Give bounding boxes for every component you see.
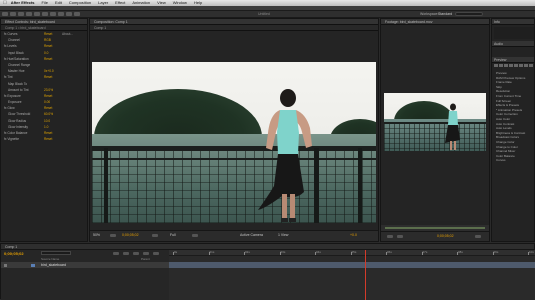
ruler-label: 03s bbox=[280, 250, 286, 254]
layer-label-color[interactable] bbox=[31, 263, 35, 267]
ram-preview-icon[interactable] bbox=[529, 64, 533, 67]
tab-info[interactable]: Info bbox=[492, 19, 534, 25]
pen-tool-icon[interactable] bbox=[58, 12, 64, 16]
tab-audio[interactable]: Audio bbox=[492, 41, 534, 47]
comp-viewer[interactable] bbox=[90, 31, 378, 230]
workspace-label: Workspace: bbox=[420, 12, 439, 16]
footage-person bbox=[445, 103, 460, 150]
views-select[interactable]: 1 View bbox=[278, 233, 288, 237]
footage-frame bbox=[384, 93, 486, 151]
ruler-label: 10s bbox=[529, 250, 534, 254]
shy-icon[interactable] bbox=[133, 252, 139, 255]
rail-post bbox=[104, 148, 108, 223]
timeline-panel: Comp 1 0;00;05;02 Source Name Parent bir… bbox=[0, 243, 535, 300]
comp-timecode[interactable]: 0;00;05;02 bbox=[122, 233, 139, 237]
rail-post bbox=[314, 148, 319, 223]
footage-grid-icon[interactable] bbox=[397, 235, 403, 238]
footage-overlay-icon[interactable] bbox=[475, 235, 481, 238]
frame-blending-icon[interactable] bbox=[143, 252, 149, 255]
draft-3d-icon[interactable] bbox=[123, 252, 129, 255]
source-name-column: Source Name bbox=[41, 257, 60, 261]
rail-mid bbox=[92, 158, 376, 160]
right-panel-list: Preview RAM Preview Options Frame Rate Skip… bbox=[492, 71, 534, 163]
footage-zoom-icon[interactable] bbox=[387, 235, 393, 238]
effect-about-link[interactable]: About... bbox=[62, 31, 73, 37]
resolution-select[interactable]: Full bbox=[170, 233, 176, 237]
footage-rail bbox=[384, 122, 486, 124]
ruler-label: 05s bbox=[351, 250, 357, 254]
time-ruler[interactable]: 0s 01s 02s 03s 04s 05s 06s 07s 08s 09s 10s bbox=[169, 250, 535, 256]
rail-top bbox=[92, 146, 376, 151]
hand-tool-icon[interactable] bbox=[10, 12, 16, 16]
timeline-layers: 0;00;05;02 Source Name Parent bird_skate… bbox=[1, 250, 169, 300]
comp-mini-flowchart-icon[interactable] bbox=[113, 252, 119, 255]
ruler-label: 02s bbox=[245, 250, 250, 254]
motion-blur-icon[interactable] bbox=[153, 252, 159, 255]
snapshot-icon[interactable] bbox=[152, 234, 158, 237]
ruler-label: 08s bbox=[458, 250, 463, 254]
text-tool-icon[interactable] bbox=[66, 12, 72, 16]
exposure-value[interactable]: +0.0 bbox=[350, 233, 357, 237]
layer-row[interactable]: bird_skateboard bbox=[1, 262, 169, 268]
first-frame-icon[interactable] bbox=[494, 64, 498, 67]
window-title: Untitled bbox=[258, 12, 270, 16]
preview-transport bbox=[494, 64, 534, 69]
camera-select[interactable]: Active Camera bbox=[240, 233, 263, 237]
footage-panel: Footage: bird_skateboard.mov 0;00;05;02 bbox=[380, 18, 490, 242]
search-help-input[interactable] bbox=[455, 12, 483, 16]
prev-frame-icon[interactable] bbox=[499, 64, 503, 67]
visibility-eye-icon[interactable] bbox=[4, 263, 7, 267]
zoom-tool-icon[interactable] bbox=[18, 12, 24, 16]
ruler-label: 01s bbox=[209, 250, 215, 254]
timeline-search-input[interactable] bbox=[41, 251, 71, 255]
info-readout bbox=[494, 27, 534, 39]
right-panels: Info Audio Preview Preview RAM Preview Op… bbox=[491, 18, 535, 242]
layer-duration-bar[interactable] bbox=[169, 262, 535, 268]
workspace-select[interactable]: Standard bbox=[438, 12, 452, 16]
mask-tool-icon[interactable] bbox=[50, 12, 56, 16]
camera-tool-icon[interactable] bbox=[34, 12, 40, 16]
grid-icon[interactable] bbox=[110, 234, 116, 237]
fence-mesh bbox=[92, 150, 376, 223]
effect-value[interactable]: Reset bbox=[44, 136, 62, 142]
comp-bottom-controls: 50% 0;00;05;02 Full Active Camera 1 View… bbox=[90, 230, 378, 241]
right-panel-item[interactable]: Curves bbox=[492, 158, 534, 163]
footage-timecode[interactable]: 0;00;05;02 bbox=[437, 234, 454, 238]
last-frame-icon[interactable] bbox=[514, 64, 518, 67]
roi-icon[interactable] bbox=[192, 234, 198, 237]
person-figure bbox=[258, 89, 312, 222]
rotate-tool-icon[interactable] bbox=[26, 12, 32, 16]
pan-behind-tool-icon[interactable] bbox=[42, 12, 48, 16]
play-icon[interactable] bbox=[504, 64, 508, 67]
zoom-select[interactable]: 50% bbox=[93, 233, 100, 237]
playhead[interactable] bbox=[364, 250, 366, 300]
tab-preview[interactable]: Preview bbox=[492, 57, 534, 63]
ruler-label: 0s bbox=[174, 250, 178, 254]
layer-name[interactable]: bird_skateboard bbox=[41, 263, 66, 267]
ruler-label: 04s bbox=[316, 250, 321, 254]
effect-row[interactable]: fx Vignette Reset bbox=[1, 136, 87, 142]
effect-list: fx Curves Reset About... Channel RGB fx Level… bbox=[1, 31, 87, 142]
footage-viewer[interactable] bbox=[381, 25, 489, 221]
tools-bar: Untitled Workspace: Standard bbox=[0, 11, 535, 18]
ruler-label: 06s bbox=[387, 250, 392, 254]
loop-icon[interactable] bbox=[524, 64, 528, 67]
ruler-label: 07s bbox=[422, 250, 428, 254]
composition-panel: Composition: Comp 1 Comp 1 50% 0;00;05;0… bbox=[89, 18, 379, 242]
parent-column: Parent bbox=[141, 257, 150, 261]
effect-controls-panel: Effect Controls: bird_skateboard Comp 1 … bbox=[0, 18, 88, 242]
ruler-label: 09s bbox=[493, 250, 499, 254]
rail-post bbox=[358, 148, 362, 223]
selection-tool-icon[interactable] bbox=[2, 12, 8, 16]
timeline-track-area[interactable]: 0s 01s 02s 03s 04s 05s 06s 07s 08s 09s 10s bbox=[169, 250, 535, 300]
video-frame bbox=[92, 62, 376, 223]
footage-controls: 0;00;05;02 bbox=[381, 231, 489, 241]
effect-name: fx Vignette bbox=[4, 137, 20, 142]
footage-work-area[interactable] bbox=[385, 227, 485, 229]
next-frame-icon[interactable] bbox=[509, 64, 513, 67]
timeline-timecode[interactable]: 0;00;05;02 bbox=[4, 251, 24, 256]
brush-tool-icon[interactable] bbox=[74, 12, 80, 16]
footage-fence bbox=[384, 123, 486, 151]
audio-toggle-icon[interactable] bbox=[519, 64, 523, 67]
